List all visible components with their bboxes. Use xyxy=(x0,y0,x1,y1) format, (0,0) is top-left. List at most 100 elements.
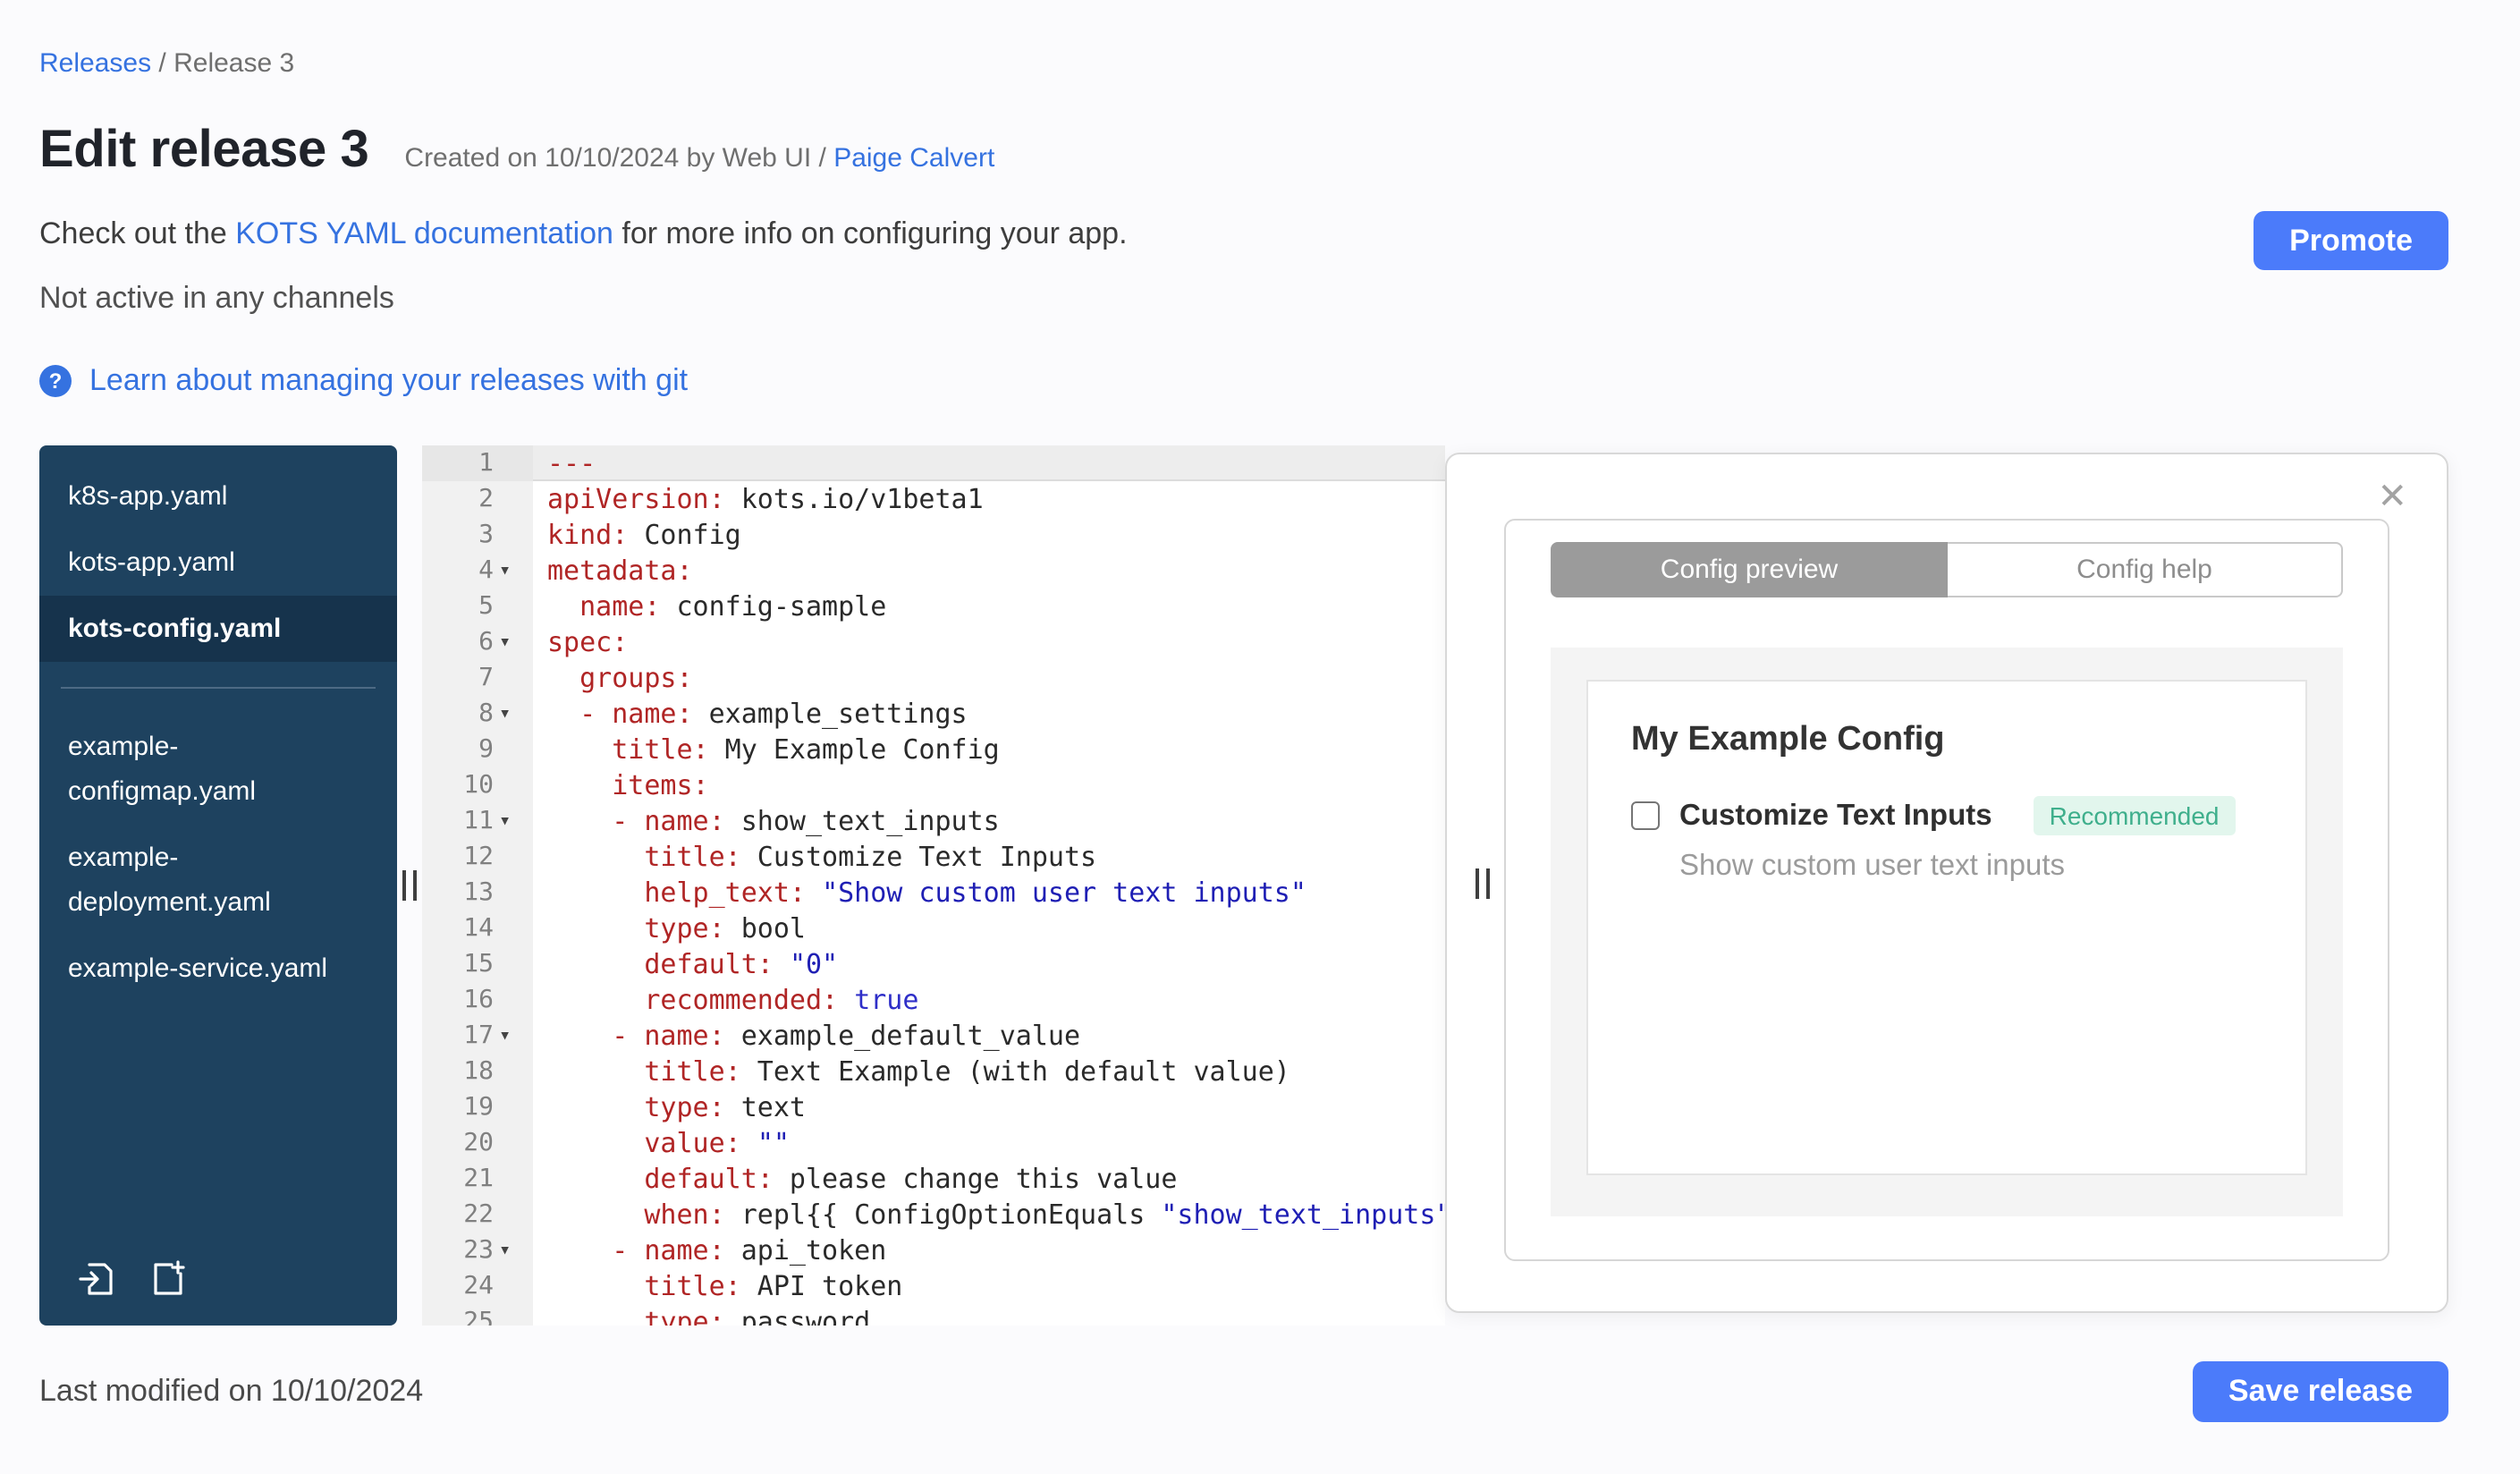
code-line-content: type: text xyxy=(644,1091,806,1123)
line-number: 7 xyxy=(478,664,494,692)
code-line-7[interactable]: 7 groups: xyxy=(422,660,1445,696)
code-line-17[interactable]: 17 ▾ - name: example_default_value xyxy=(422,1018,1445,1054)
line-number: 12 xyxy=(463,843,494,871)
line-number: 23 xyxy=(463,1236,494,1265)
line-number: 4 xyxy=(478,556,494,585)
breadcrumb: Releases / Release 3 xyxy=(39,47,2448,82)
resize-bar xyxy=(413,870,417,901)
gutter-cell: 9 xyxy=(422,732,533,767)
code-line-21[interactable]: 21 default: please change this value xyxy=(422,1161,1445,1197)
code-line-18[interactable]: 18 title: Text Example (with default val… xyxy=(422,1054,1445,1089)
gutter-cell: 8 ▾ xyxy=(422,696,533,732)
config-item-label: Customize Text Inputs xyxy=(1679,799,1992,831)
help-icon[interactable]: ? xyxy=(39,365,72,397)
code-line-5[interactable]: 5 name: config-sample xyxy=(422,589,1445,624)
line-number: 18 xyxy=(463,1057,494,1086)
created-line: Created on 10/10/2024 by Web UI / Paige … xyxy=(404,143,994,174)
code-line-22[interactable]: 22 when: repl{{ ConfigOptionEquals "show… xyxy=(422,1197,1445,1233)
author-link[interactable]: Paige Calvert xyxy=(833,143,994,174)
code-line-20[interactable]: 20 value: "" xyxy=(422,1125,1445,1161)
code-line-25[interactable]: 25 type: password xyxy=(422,1304,1445,1326)
code-line-1[interactable]: 1 --- xyxy=(422,445,1445,481)
recommended-badge: Recommended xyxy=(2033,796,2236,835)
code-line-content: when: repl{{ ConfigOptionEquals "show_te… xyxy=(644,1199,1445,1231)
code-line-16[interactable]: 16 recommended: true xyxy=(422,982,1445,1018)
created-text: Created on 10/10/2024 by Web UI / xyxy=(404,143,834,174)
line-number: 16 xyxy=(463,986,494,1014)
new-file-button[interactable] xyxy=(147,1258,190,1300)
code-line-content: help_text: "Show custom user text inputs… xyxy=(644,877,1307,909)
code-line-23[interactable]: 23 ▾ - name: api_token xyxy=(422,1233,1445,1268)
yaml-code-editor[interactable]: 1 --- 2 apiVersion: kots.io/v1beta1 3 kind: C… xyxy=(422,445,1445,1326)
gutter-cell: 21 xyxy=(422,1161,533,1197)
code-line-10[interactable]: 10 items: xyxy=(422,767,1445,803)
sidebar-resize-handle[interactable] xyxy=(399,863,420,908)
code-line-19[interactable]: 19 type: text xyxy=(422,1089,1445,1125)
promote-button[interactable]: Promote xyxy=(2254,211,2448,270)
code-line-content: - name: api_token xyxy=(612,1234,887,1266)
kots-yaml-docs-link[interactable]: KOTS YAML documentation xyxy=(235,216,613,250)
code-line-content: title: My Example Config xyxy=(612,733,1000,766)
gutter-cell: 1 xyxy=(422,445,533,481)
breadcrumb-releases-link[interactable]: Releases xyxy=(39,48,151,79)
close-preview-icon[interactable]: ✕ xyxy=(2366,472,2418,521)
fold-arrow-icon[interactable]: ▾ xyxy=(494,624,531,660)
code-line-content: default: "0" xyxy=(644,948,839,980)
code-line-12[interactable]: 12 title: Customize Text Inputs xyxy=(422,839,1445,875)
code-line-content: type: password xyxy=(644,1306,871,1326)
resize-bar xyxy=(1486,868,1490,898)
line-number: 14 xyxy=(463,914,494,943)
code-line-15[interactable]: 15 default: "0" xyxy=(422,946,1445,982)
file-sidebar: k8s-app.yaml kots-app.yaml kots-config.yam… xyxy=(39,445,397,1326)
code-line-content: --- xyxy=(547,447,596,479)
code-line-6[interactable]: 6 ▾ spec: xyxy=(422,624,1445,660)
docs-prefix: Check out the xyxy=(39,216,236,250)
line-number: 3 xyxy=(478,521,494,549)
sidebar-file-example-deployment.yaml[interactable]: example-deployment.yaml xyxy=(39,825,397,936)
code-line-content: default: please change this value xyxy=(644,1163,1178,1195)
code-line-3[interactable]: 3 kind: Config xyxy=(422,517,1445,553)
code-line-8[interactable]: 8 ▾ - name: example_settings xyxy=(422,696,1445,732)
upload-file-button[interactable] xyxy=(75,1258,118,1300)
code-line-4[interactable]: 4 ▾ metadata: xyxy=(422,553,1445,589)
gutter-cell: 11 ▾ xyxy=(422,803,533,839)
save-release-button[interactable]: Save release xyxy=(2192,1361,2448,1422)
line-number: 5 xyxy=(478,592,494,621)
fold-arrow-icon[interactable]: ▾ xyxy=(494,696,531,732)
gutter-cell: 3 xyxy=(422,517,533,553)
fold-arrow-icon[interactable]: ▾ xyxy=(494,553,531,589)
file-group-divider xyxy=(61,687,376,689)
code-line-content: items: xyxy=(612,769,709,801)
code-line-2[interactable]: 2 apiVersion: kots.io/v1beta1 xyxy=(422,481,1445,517)
code-line-24[interactable]: 24 title: API token xyxy=(422,1268,1445,1304)
git-releases-link[interactable]: Learn about managing your releases with … xyxy=(89,360,688,402)
code-line-9[interactable]: 9 title: My Example Config xyxy=(422,732,1445,767)
docs-suffix: for more info on configuring your app. xyxy=(613,216,1128,250)
code-line-14[interactable]: 14 type: bool xyxy=(422,911,1445,946)
release-editor: k8s-app.yaml kots-app.yaml kots-config.yam… xyxy=(39,445,2448,1326)
sidebar-file-example-service.yaml[interactable]: example-service.yaml xyxy=(39,936,397,1002)
tab-config-preview[interactable]: Config preview xyxy=(1551,542,1948,597)
fold-arrow-icon[interactable]: ▾ xyxy=(494,1233,531,1268)
sidebar-file-kots-config.yaml[interactable]: kots-config.yaml xyxy=(39,596,397,662)
sidebar-file-kots-app.yaml[interactable]: kots-app.yaml xyxy=(39,529,397,596)
gutter-cell: 4 ▾ xyxy=(422,553,533,589)
fold-arrow-icon[interactable]: ▾ xyxy=(494,1018,531,1054)
customize-text-inputs-checkbox[interactable] xyxy=(1631,801,1660,830)
code-line-content: recommended: true xyxy=(644,984,919,1016)
sidebar-file-k8s-app.yaml[interactable]: k8s-app.yaml xyxy=(39,463,397,529)
code-line-11[interactable]: 11 ▾ - name: show_text_inputs xyxy=(422,803,1445,839)
last-modified-text: Last modified on 10/10/2024 xyxy=(39,1374,424,1408)
resize-bar xyxy=(1476,868,1479,898)
docs-line: Check out the KOTS YAML documentation fo… xyxy=(39,213,2448,256)
code-line-content: - name: example_default_value xyxy=(612,1020,1081,1052)
line-number: 19 xyxy=(463,1093,494,1122)
tab-config-help[interactable]: Config help xyxy=(1948,542,2343,597)
gutter-cell: 17 ▾ xyxy=(422,1018,533,1054)
code-line-content: apiVersion: kots.io/v1beta1 xyxy=(547,483,984,515)
fold-arrow-icon[interactable]: ▾ xyxy=(494,803,531,839)
code-line-13[interactable]: 13 help_text: "Show custom user text inp… xyxy=(422,875,1445,911)
sidebar-file-example-configmap.yaml[interactable]: example-configmap.yaml xyxy=(39,714,397,825)
line-number: 24 xyxy=(463,1272,494,1300)
preview-resize-handle[interactable] xyxy=(1472,860,1493,905)
